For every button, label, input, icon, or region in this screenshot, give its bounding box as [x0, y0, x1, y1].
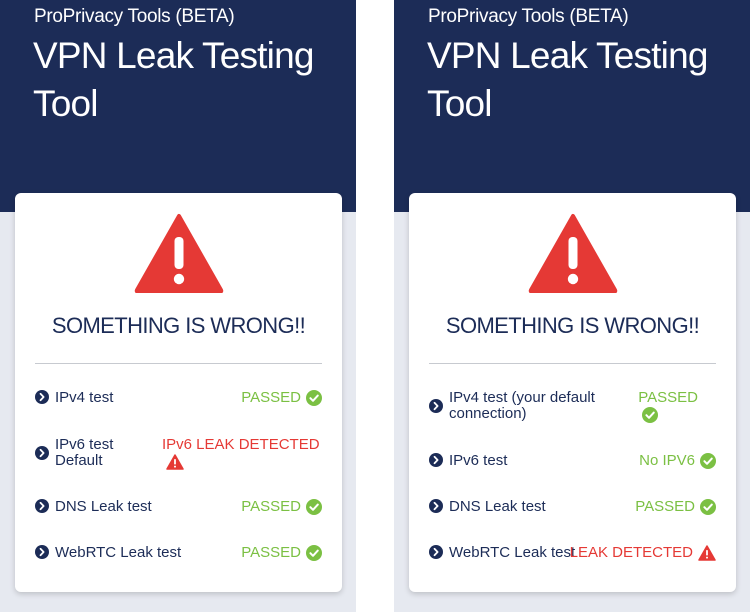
test-status: IPv6 LEAK DETECTED: [162, 437, 322, 470]
chevron-right-icon: [35, 446, 49, 460]
test-row-webrtc[interactable]: WebRTC Leak test LEAK DETECTED: [429, 544, 716, 564]
test-label: IPv4 test: [55, 389, 114, 406]
test-status: PASSED: [635, 498, 716, 516]
test-label: IPv6 test Default: [55, 436, 114, 469]
check-circle-icon: [306, 499, 322, 516]
test-status-text: LEAK DETECTED: [569, 544, 693, 561]
chevron-right-icon: [429, 499, 443, 513]
chevron-right-icon: [35, 390, 49, 404]
test-status: PASSED: [638, 390, 698, 423]
test-status-text: PASSED: [241, 389, 301, 406]
test-row-dns[interactable]: DNS Leak test PASSED: [429, 498, 716, 518]
test-status-text: PASSED: [241, 544, 301, 561]
test-row-dns[interactable]: DNS Leak test PASSED: [35, 498, 322, 518]
chevron-right-icon: [429, 399, 443, 413]
check-circle-icon: [700, 499, 716, 516]
test-status: No IPV6: [639, 452, 716, 470]
check-circle-icon: [306, 390, 322, 407]
result-headline: SOMETHING IS WRONG!!: [51, 313, 306, 338]
test-status: PASSED: [241, 498, 322, 516]
test-label: DNS Leak test: [449, 498, 546, 515]
leak-test-panel-right: ProPrivacy Tools (BETA) VPN Leak Testing…: [394, 0, 750, 612]
page-title: VPN Leak Testing Tool: [33, 35, 314, 124]
test-status-text: IPv6 LEAK DETECTED: [162, 436, 320, 453]
leak-test-panel-left: ProPrivacy Tools (BETA) VPN Leak Testing…: [0, 0, 356, 612]
divider: [429, 363, 716, 364]
check-circle-icon: [642, 407, 659, 423]
test-label: DNS Leak test: [55, 498, 152, 515]
test-status-text: PASSED: [638, 389, 698, 406]
test-status: PASSED: [241, 389, 322, 407]
brand-label: ProPrivacy Tools (BETA): [428, 6, 629, 27]
results-card: SOMETHING IS WRONG!! IPv4 test (your def…: [409, 193, 736, 592]
warning-triangle-icon: [166, 454, 184, 470]
check-circle-icon: [306, 545, 322, 562]
test-status-text: PASSED: [635, 498, 695, 515]
warning-triangle-icon: [134, 214, 224, 293]
test-row-ipv4[interactable]: IPv4 test (your default connection) PASS…: [429, 389, 716, 425]
test-row-ipv6[interactable]: IPv6 test No IPV6: [429, 452, 716, 472]
result-headline: SOMETHING IS WRONG!!: [445, 313, 700, 338]
chevron-right-icon: [35, 499, 49, 513]
chevron-right-icon: [35, 545, 49, 559]
test-status: LEAK DETECTED: [570, 545, 716, 561]
test-row-ipv6[interactable]: IPv6 test Default IPv6 LEAK DETECTED: [35, 437, 322, 473]
check-circle-icon: [700, 453, 716, 470]
results-card: SOMETHING IS WRONG!! IPv4 test PASSED IP…: [15, 193, 342, 592]
header-banner: ProPrivacy Tools (BETA) VPN Leak Testing…: [394, 0, 750, 212]
chevron-right-icon: [429, 545, 443, 559]
test-status-text: PASSED: [241, 498, 301, 515]
test-label: WebRTC Leak test: [55, 544, 182, 561]
warning-triangle-icon: [698, 545, 716, 561]
test-label: IPv6 test: [449, 452, 508, 469]
chevron-right-icon: [429, 453, 443, 467]
test-status: PASSED: [241, 544, 322, 562]
divider: [35, 363, 322, 364]
test-row-webrtc[interactable]: WebRTC Leak test PASSED: [35, 544, 322, 564]
header-banner: ProPrivacy Tools (BETA) VPN Leak Testing…: [0, 0, 356, 212]
page-title: VPN Leak Testing Tool: [427, 35, 708, 124]
warning-triangle-icon: [528, 214, 618, 293]
test-label: IPv4 test (your default connection): [449, 389, 595, 422]
test-status-text: No IPV6: [639, 452, 695, 469]
brand-label: ProPrivacy Tools (BETA): [34, 6, 235, 27]
test-row-ipv4[interactable]: IPv4 test PASSED: [35, 389, 322, 409]
test-label: WebRTC Leak test: [449, 544, 576, 561]
